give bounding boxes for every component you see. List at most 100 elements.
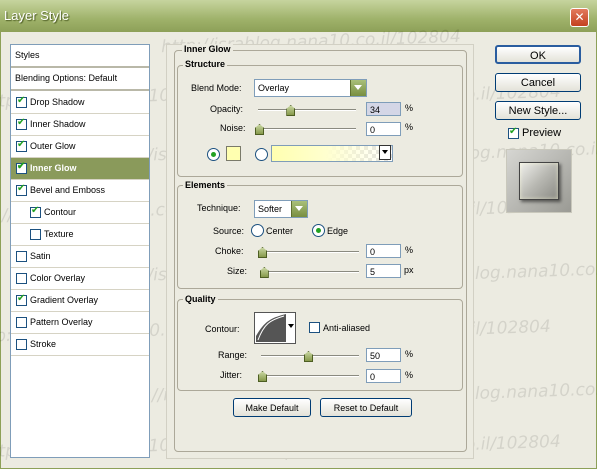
list-item-label: Gradient Overlay xyxy=(30,295,99,305)
checkmark-icon: ✔ xyxy=(17,183,26,194)
list-item-styles[interactable]: Styles xyxy=(11,45,149,68)
list-item-label: Drop Shadow xyxy=(30,97,85,107)
list-item-label: Bevel and Emboss xyxy=(30,185,106,195)
opacity-slider-track[interactable] xyxy=(258,109,356,111)
checkmark-icon: ✔ xyxy=(509,126,518,137)
list-item-label: Satin xyxy=(30,251,51,261)
list-item-label: Pattern Overlay xyxy=(30,317,93,327)
styles-list: Styles Blending Options: Default ✔ Drop … xyxy=(10,44,150,458)
noise-slider-track[interactable] xyxy=(258,128,356,130)
close-button[interactable]: ✕ xyxy=(570,8,589,27)
list-item-label: Color Overlay xyxy=(30,273,86,283)
choke-label: Choke: xyxy=(215,246,244,256)
ok-button[interactable]: OK xyxy=(495,45,581,64)
list-item-gradient-overlay[interactable]: ✔ Gradient Overlay xyxy=(11,290,149,312)
list-item-label: Stroke xyxy=(30,339,57,349)
checkmark-icon: ✔ xyxy=(17,293,26,304)
list-item-inner-glow[interactable]: ✔ Inner Glow xyxy=(11,158,149,180)
quality-legend: Quality xyxy=(183,294,218,304)
size-unit: px xyxy=(404,265,414,275)
list-item-inner-shadow[interactable]: ✔ Inner Shadow xyxy=(11,114,149,136)
title-bar[interactable]: Layer Style ✕ xyxy=(0,0,597,33)
inner-glow-panel: Inner Glow Structure Blend Mode: Overlay… xyxy=(166,44,474,459)
chevron-down-icon xyxy=(291,201,307,217)
range-label: Range: xyxy=(218,350,248,360)
reset-default-button[interactable]: Reset to Default xyxy=(320,398,412,417)
list-item-color-overlay[interactable]: Color Overlay xyxy=(11,268,149,290)
blend-mode-select[interactable]: Overlay xyxy=(254,79,367,97)
solid-color-radio[interactable] xyxy=(207,148,220,161)
gradient-radio[interactable] xyxy=(255,148,268,161)
noise-input[interactable]: 0 xyxy=(366,122,401,136)
list-item-label: Contour xyxy=(44,207,77,217)
jitter-slider-track[interactable] xyxy=(261,375,359,377)
contour-picker[interactable] xyxy=(254,312,296,344)
source-edge-radio[interactable] xyxy=(312,224,325,237)
preview-label: Preview xyxy=(522,127,562,139)
range-unit: % xyxy=(405,349,414,359)
list-item-blending-options[interactable]: Blending Options: Default xyxy=(11,68,149,91)
technique-value: Softer xyxy=(258,204,283,214)
choke-input[interactable]: 0 xyxy=(366,244,401,258)
outer-glow-checkbox[interactable]: ✔ xyxy=(16,139,27,152)
stroke-checkbox[interactable] xyxy=(16,339,27,350)
contour-curve-icon xyxy=(256,314,286,342)
chevron-down-icon xyxy=(288,324,294,328)
anti-aliased-checkbox[interactable] xyxy=(309,322,320,333)
preview-checkbox[interactable]: ✔ xyxy=(508,126,519,139)
inner-glow-checkbox[interactable]: ✔ xyxy=(16,161,27,174)
list-item-label: Inner Glow xyxy=(30,163,77,173)
pattern-overlay-checkbox[interactable] xyxy=(16,317,27,328)
source-center-label: Center xyxy=(266,226,294,236)
list-item-bevel-emboss[interactable]: ✔ Bevel and Emboss xyxy=(11,180,149,202)
list-item-texture[interactable]: Texture xyxy=(11,224,149,246)
chevron-down-icon xyxy=(350,80,366,96)
new-style-button[interactable]: New Style... xyxy=(495,101,581,120)
preview-thumbnail xyxy=(506,149,572,213)
technique-label: Technique: xyxy=(197,203,241,213)
checkmark-icon: ✔ xyxy=(17,139,26,150)
jitter-label: Jitter: xyxy=(220,370,243,380)
jitter-input[interactable]: 0 xyxy=(366,369,401,383)
list-item-label: Styles xyxy=(15,50,40,60)
opacity-input[interactable]: 34 xyxy=(366,102,401,116)
cancel-button[interactable]: Cancel xyxy=(495,73,581,92)
satin-checkbox[interactable] xyxy=(16,251,27,262)
opacity-unit: % xyxy=(405,103,414,113)
list-item-stroke[interactable]: Stroke xyxy=(11,334,149,356)
checkmark-icon: ✔ xyxy=(17,161,26,172)
size-slider-track[interactable] xyxy=(261,271,359,273)
blend-mode-label: Blend Mode: xyxy=(191,83,242,93)
structure-legend: Structure xyxy=(183,59,228,69)
checkmark-icon: ✔ xyxy=(17,95,26,106)
list-item-label: Texture xyxy=(44,229,74,239)
gradient-overlay-checkbox[interactable]: ✔ xyxy=(16,293,27,306)
size-label: Size: xyxy=(227,266,248,276)
glow-color-swatch[interactable] xyxy=(226,146,241,161)
technique-select[interactable]: Softer xyxy=(254,200,308,218)
gradient-picker[interactable] xyxy=(271,145,393,162)
gradient-dropdown-button[interactable] xyxy=(379,145,391,160)
noise-unit: % xyxy=(405,122,414,132)
anti-aliased-label: Anti-aliased xyxy=(323,323,371,333)
size-input[interactable]: 5 xyxy=(366,264,401,278)
list-item-satin[interactable]: Satin xyxy=(11,246,149,268)
source-label: Source: xyxy=(213,226,245,236)
radio-dot xyxy=(211,152,216,157)
range-input[interactable]: 50 xyxy=(366,348,401,362)
contour-checkbox[interactable]: ✔ xyxy=(30,205,41,218)
color-overlay-checkbox[interactable] xyxy=(16,273,27,284)
make-default-button[interactable]: Make Default xyxy=(233,398,311,417)
list-item-outer-glow[interactable]: ✔ Outer Glow xyxy=(11,136,149,158)
list-item-drop-shadow[interactable]: ✔ Drop Shadow xyxy=(11,92,149,114)
inner-shadow-checkbox[interactable]: ✔ xyxy=(16,117,27,130)
list-item-contour[interactable]: ✔ Contour xyxy=(11,202,149,224)
bevel-emboss-checkbox[interactable]: ✔ xyxy=(16,183,27,196)
choke-slider-track[interactable] xyxy=(261,251,359,253)
list-item-pattern-overlay[interactable]: Pattern Overlay xyxy=(11,312,149,334)
blend-mode-value: Overlay xyxy=(258,83,290,93)
source-center-radio[interactable] xyxy=(251,224,264,237)
drop-shadow-checkbox[interactable]: ✔ xyxy=(16,95,27,108)
texture-checkbox[interactable] xyxy=(30,229,41,240)
opacity-label: Opacity: xyxy=(210,104,244,114)
